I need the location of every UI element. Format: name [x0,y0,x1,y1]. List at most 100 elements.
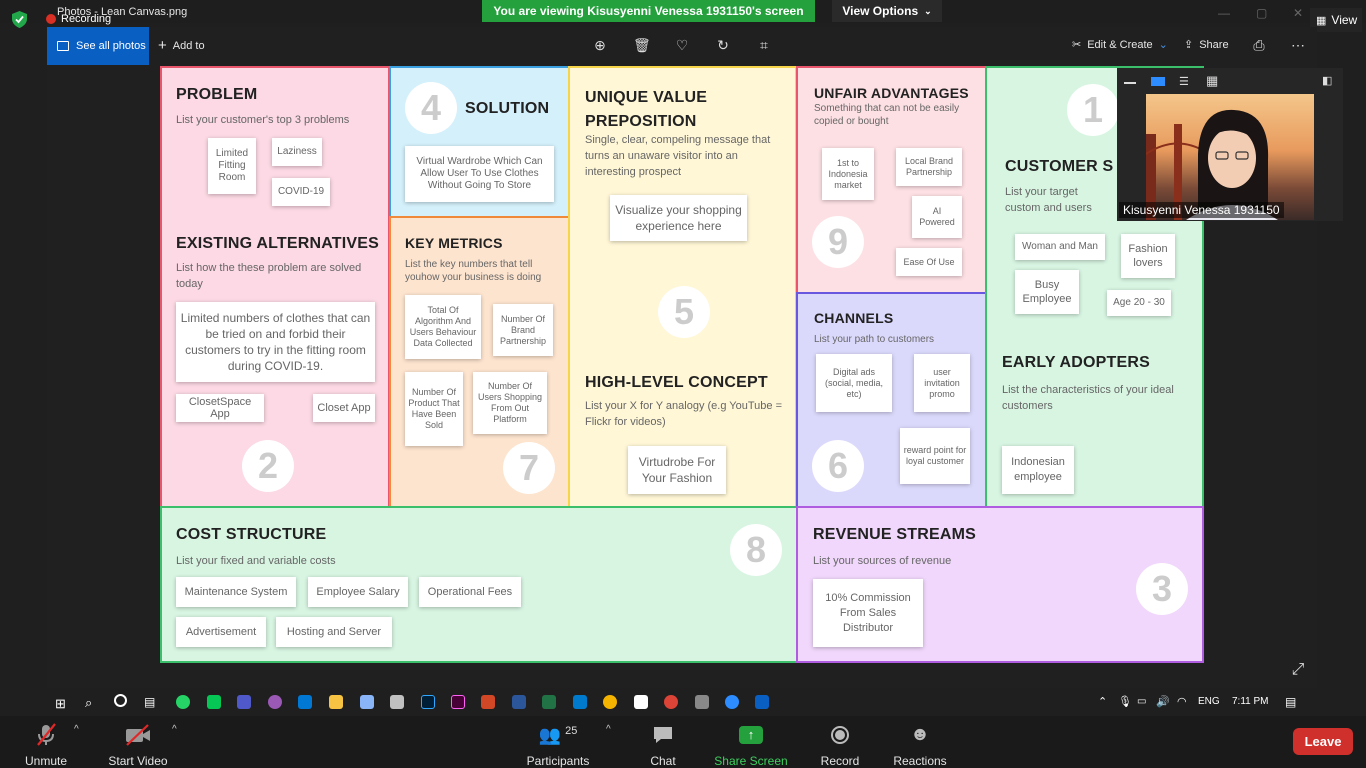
wifi-icon[interactable]: ◠ [1177,695,1187,708]
share-button[interactable]: ⇪ Share [1184,38,1229,52]
print-icon[interactable]: ⎙ [1251,37,1267,53]
solution-section: 4 SOLUTION Virtual Wardrobe Which Can Al… [389,66,570,218]
sticky-note: Total Of Algorithm And Users Behaviour D… [405,295,481,359]
photos-app-icon[interactable] [755,695,769,709]
photoshop-icon[interactable] [421,695,435,709]
sticky-note: Local Brand Partnership [896,148,962,186]
participants-button[interactable]: 👥 25 Participants [525,721,591,768]
problem-subtitle: List your customer's top 3 problems [176,114,350,126]
sticky-note: 1st to Indonesia market [822,148,874,200]
unique-value-proposition-section: UNIQUE VALUE PREPOSITION Single, clear, … [568,66,797,508]
gallery-view-icon[interactable]: ▦ [1206,73,1218,89]
zoom-window: Photos - Lean Canvas.png Recording You a… [0,0,1366,768]
view-button[interactable]: ▦ View [1310,8,1362,32]
battery-icon[interactable]: ▭ [1137,696,1146,707]
participants-options-chevron-icon[interactable]: ^ [606,724,611,735]
input-language[interactable]: ENG [1198,696,1220,707]
sticky-note: Age 20 - 30 [1107,290,1171,316]
reactions-label: Reactions [893,754,947,768]
lean-canvas-image: PROBLEM List your customer's top 3 probl… [160,66,1204,663]
unmute-button[interactable]: Unmute [22,721,70,768]
mail-icon[interactable] [298,695,312,709]
security-shield-icon[interactable] [12,11,27,28]
favorite-heart-icon[interactable]: ♡ [674,37,690,53]
section-number-badge: 2 [242,440,294,492]
channels-section: CHANNELS List your path to customers Dig… [796,292,987,508]
word-icon[interactable] [512,695,526,709]
speaker-view-icon[interactable] [1151,77,1165,86]
line-icon[interactable] [207,695,221,709]
powerpoint-icon[interactable] [481,695,495,709]
delete-icon[interactable]: 🗑 [633,37,651,53]
crop-icon[interactable]: ⌗ [756,37,772,53]
vscode-icon[interactable] [573,695,587,709]
more-options-icon[interactable]: ⋯ [1290,37,1306,53]
leave-button[interactable]: Leave [1293,728,1353,755]
participants-label: Participants [526,754,590,768]
key-metrics-section: KEY METRICS List the key numbers that te… [389,216,570,508]
sticky-note: Virtudrobe For Your Fashion [628,446,726,494]
problem-title: PROBLEM [176,86,258,103]
sticky-note: Fashion lovers [1121,234,1175,278]
app-icon[interactable] [390,695,404,709]
strip-view-icon[interactable]: ☰ [1179,75,1189,88]
section-number-badge: 9 [812,216,864,268]
file-explorer-icon[interactable] [329,695,343,709]
zoom-in-icon[interactable]: ⊕ [592,37,608,53]
adobe-xd-icon[interactable] [451,695,465,709]
share-screen-icon: ↑ [712,721,790,749]
minimize-window-icon[interactable]: — [1218,6,1230,20]
record-button[interactable]: Record [815,721,865,768]
unmute-label: Unmute [24,754,68,768]
section-number-badge: 6 [812,440,864,492]
add-to-label: Add to [172,39,205,52]
maximize-window-icon[interactable]: ▢ [1256,6,1267,20]
volume-icon[interactable]: 🔊 [1156,695,1170,708]
chat-button[interactable]: Chat [640,721,686,768]
unfair-advantages-title: UNFAIR ADVANTAGES [814,85,969,101]
sticky-note: Employee Salary [308,577,408,607]
tray-chevron-icon[interactable]: ⌃ [1098,695,1107,708]
plus-icon: + [158,37,167,54]
reactions-button[interactable]: ☻ Reactions [890,721,950,768]
app-icon[interactable] [360,695,374,709]
add-to-button[interactable]: + Add to [158,37,205,54]
taskbar-clock[interactable]: 7:11 PM [1232,696,1269,707]
app-icon[interactable] [695,695,709,709]
video-options-chevron-icon[interactable]: ^ [172,724,177,735]
sticky-note: Busy Employee [1015,270,1079,314]
share-screen-button[interactable]: ↑ Share Screen [712,721,790,768]
close-window-icon[interactable]: ✕ [1293,6,1303,20]
cortana-icon[interactable] [114,694,127,707]
task-view-icon[interactable]: ▤ [144,695,155,709]
notion-icon[interactable] [634,695,648,709]
notifications-icon[interactable]: ▤ [1285,695,1296,709]
edit-create-button[interactable]: ✂ Edit & Create ⌄ [1072,38,1168,52]
view-options-button[interactable]: View Options ⌄ [832,0,942,22]
chrome-icon[interactable] [664,695,678,709]
recording-dot-icon [46,14,56,24]
chrome-icon[interactable] [603,695,617,709]
audio-options-chevron-icon[interactable]: ^ [74,724,79,735]
see-all-photos-label: See all photos [76,40,146,52]
rotate-icon[interactable]: ↻ [715,37,731,53]
teams-icon[interactable] [237,695,251,709]
windows-start-icon[interactable]: ⊞ [55,696,66,712]
whatsapp-icon[interactable] [176,695,190,709]
existing-alternatives-subtitle: List how the these problem are solved to… [176,262,362,290]
app-icon[interactable] [268,695,282,709]
excel-icon[interactable] [542,695,556,709]
search-icon[interactable]: ⌕ [85,695,92,711]
minimize-video-icon[interactable] [1124,82,1136,84]
zoom-app-icon[interactable] [725,695,739,709]
sticky-note: Limited numbers of clothes that can be t… [176,302,375,382]
share-icon: ⇪ [1184,39,1194,51]
see-all-photos-button[interactable]: See all photos [47,27,149,65]
exit-minimized-video-icon[interactable]: ◧ [1322,74,1332,87]
sticky-note: Limited Fitting Room [208,138,256,194]
sticky-note: Laziness [272,138,322,166]
reactions-smiley-icon: ☻ [910,724,930,745]
problem-section: PROBLEM List your customer's top 3 probl… [160,66,390,508]
start-video-button[interactable]: Start Video [106,721,170,768]
fullscreen-icon[interactable]: ⤢ [1290,662,1306,678]
